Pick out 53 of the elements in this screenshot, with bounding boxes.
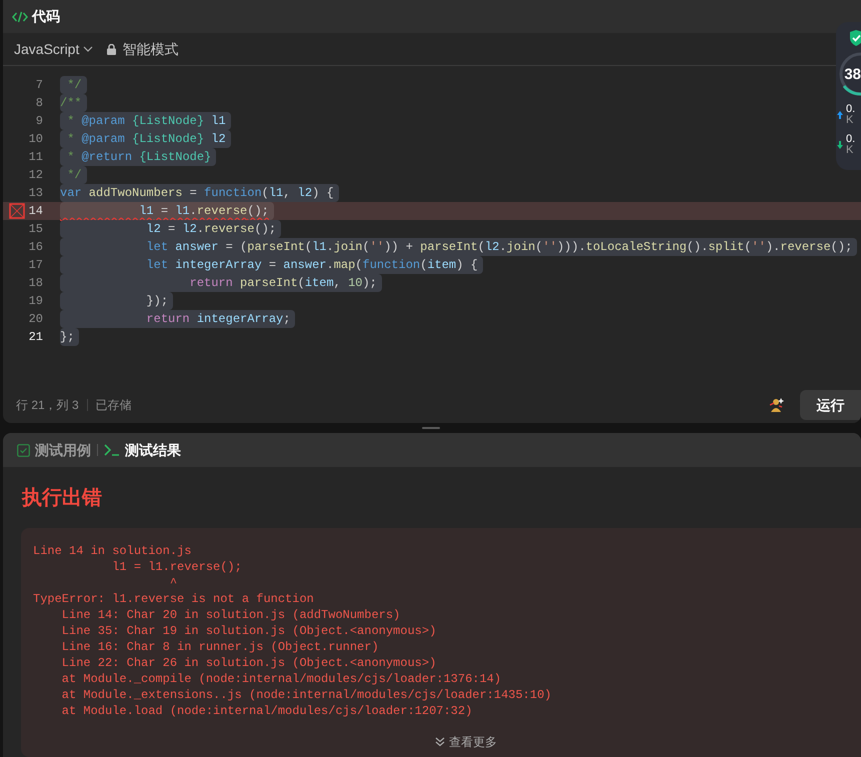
- shield-check-icon: [849, 30, 861, 46]
- line-number: 10: [28, 132, 43, 146]
- line-number: 21: [28, 330, 43, 344]
- double-chevron-down-icon: [435, 737, 445, 747]
- panel-tab[interactable]: 测试结果: [104, 440, 181, 460]
- speed-value: 0.: [846, 104, 856, 115]
- line-number: 17: [28, 258, 43, 272]
- speed-value: 0.: [846, 134, 856, 145]
- line-number: 15: [28, 222, 43, 236]
- line-number: 13: [28, 186, 43, 200]
- line-number: 9: [36, 114, 43, 128]
- error-output-line: ^: [168, 575, 178, 591]
- line-number: 8: [36, 96, 43, 110]
- panel-title: 代码: [32, 7, 60, 26]
- score-value: 38: [844, 66, 861, 82]
- line-number: 20: [28, 312, 43, 326]
- show-more-button[interactable]: 查看更多: [435, 733, 497, 751]
- error-output-line: at Module.load (node:internal/modules/cjs/loader:1207:32): [60, 703, 472, 719]
- line-number: 16: [28, 240, 43, 254]
- speed-unit: K: [846, 145, 854, 156]
- download-arrow-icon: [836, 140, 844, 150]
- person-sparkle-icon[interactable]: [769, 397, 785, 413]
- error-output-line: l1 = l1.reverse();: [111, 559, 242, 575]
- speed-unit: K: [846, 115, 854, 126]
- error-output-line: Line 14 in solution.js: [33, 543, 192, 559]
- smart-mode-toggle[interactable]: 智能模式: [107, 38, 178, 60]
- error-output-line: Line 14: Char 20 in solution.js (addTwoNumbers): [60, 607, 400, 623]
- line-number: 12: [28, 168, 43, 182]
- error-output-line: at Module._extensions..js (node:internal/modules/cjs/loader:1435:10): [60, 687, 552, 703]
- terminal-icon: [104, 444, 120, 456]
- error-output-line: at Module._compile (node:internal/modules/cjs/loader:1376:14): [60, 671, 502, 687]
- lock-icon: [107, 44, 116, 54]
- error-output-line: Line 35: Char 19 in solution.js (Object.<anonymous>): [60, 623, 436, 639]
- language-dropdown[interactable]: JavaScript: [14, 38, 94, 60]
- resize-handle[interactable]: [422, 427, 440, 429]
- line-number: 14: [28, 204, 43, 218]
- cursor-position: 行 21，列 3: [16, 397, 79, 414]
- line-number: 11: [28, 150, 43, 164]
- result-title: 执行出错: [21, 486, 103, 511]
- chevron-down-icon: [83, 46, 94, 52]
- code-icon: [12, 10, 28, 22]
- save-status: 已存储: [96, 397, 132, 414]
- error-output-line: Line 22: Char 26 in solution.js (Object.<anonymous>): [60, 655, 436, 671]
- error-output-line: Line 16: Char 8 in runner.js (Object.runner): [60, 639, 379, 655]
- upload-arrow-icon: [836, 110, 844, 120]
- run-button[interactable]: 运行: [800, 390, 861, 420]
- panel-tab[interactable]: 测试用例: [17, 440, 91, 460]
- line-number: 18: [28, 276, 43, 290]
- error-marker-icon: [9, 203, 25, 219]
- line-number: 19: [28, 294, 43, 308]
- error-output-line: TypeError: l1.reverse is not a function: [33, 591, 314, 607]
- checkbox-icon: [17, 444, 30, 456]
- line-number: 7: [36, 78, 43, 92]
